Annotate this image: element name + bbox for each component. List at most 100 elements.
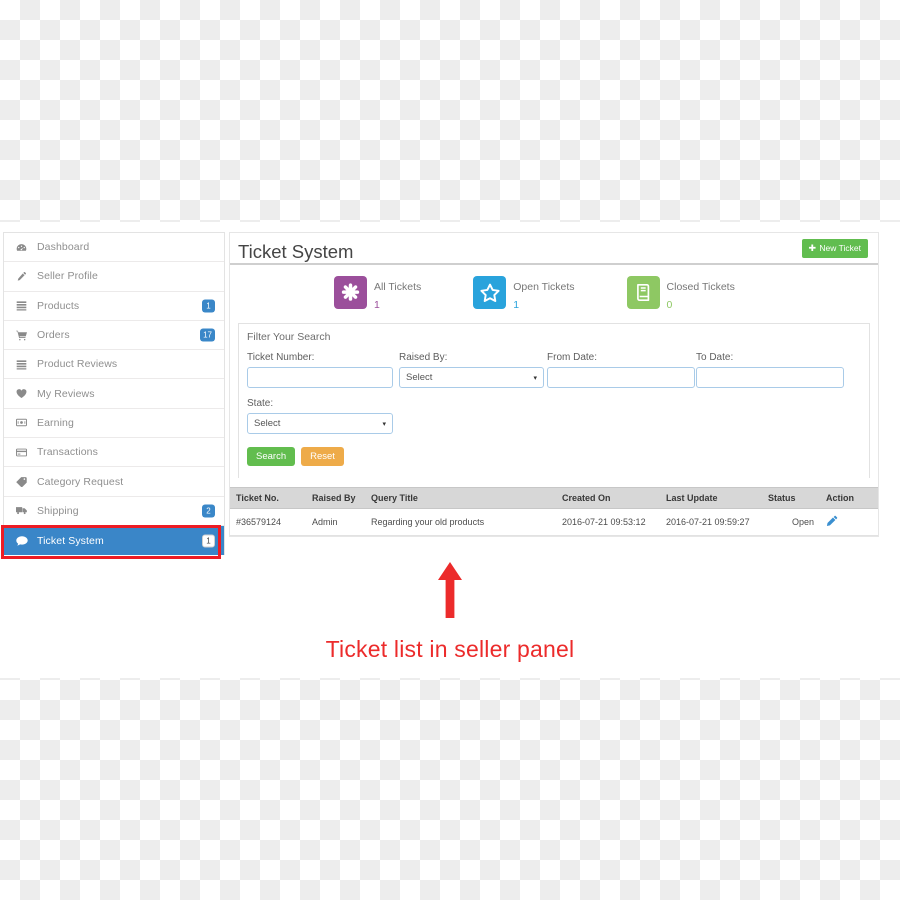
cell-raised-by: Admin [306, 508, 365, 536]
star-icon [473, 276, 507, 309]
sidebar-item-label: Shipping [37, 504, 79, 517]
sidebar-item-label: Seller Profile [37, 270, 98, 283]
annotation-caption: Ticket list in seller panel [325, 636, 575, 662]
ticket-stats-row: All Tickets 1 Open Tickets 1 Closed Tick… [230, 265, 878, 323]
sidebar-item-dashboard[interactable]: Dashboard [4, 233, 224, 263]
from-date-label: From Date: [547, 352, 598, 363]
cell-action [820, 508, 878, 536]
sidebar-item-label: Earning [37, 416, 74, 429]
sidebar-item-label: My Reviews [37, 387, 95, 400]
sidebar-item-label: Product Reviews [37, 358, 118, 371]
dashboard-icon [16, 242, 33, 253]
ticket-number-label: Ticket Number: [247, 352, 315, 363]
page-header: Ticket System ✚ New Ticket [230, 233, 878, 265]
search-button[interactable]: Search [247, 447, 296, 466]
page-canvas: Dashboard Seller Profile Products 1 Orde… [0, 222, 900, 678]
filter-button-row: Search Reset [247, 447, 861, 466]
annotation-group: Ticket list in seller panel [0, 562, 900, 663]
filter-panel: Filter Your Search Ticket Number: Raised… [238, 323, 870, 478]
sidebar-badge: 17 [200, 328, 215, 342]
list-icon [16, 359, 33, 370]
truck-icon [16, 505, 33, 516]
filter-field-ticket-number: Ticket Number: [247, 352, 393, 388]
ticket-number-input[interactable] [247, 367, 393, 388]
sidebar-item-label: Products [37, 299, 80, 312]
page-title: Ticket System [238, 241, 354, 262]
sidebar-item-category-request[interactable]: Category Request [4, 467, 224, 497]
edit-pencil-icon[interactable] [826, 515, 838, 529]
state-label: State: [247, 398, 274, 409]
money-icon [16, 417, 33, 428]
sidebar-item-label: Transactions [37, 446, 98, 459]
credit-card-icon [16, 447, 33, 458]
sidebar-item-products[interactable]: Products 1 [4, 292, 224, 321]
chevron-down-icon: ▾ [382, 420, 386, 428]
reset-button[interactable]: Reset [301, 447, 344, 466]
raised-by-select[interactable]: Select ▾ [399, 367, 544, 388]
sidebar-item-earning[interactable]: Earning [4, 409, 224, 439]
sidebar-item-ticket-system[interactable]: Ticket System 1 [4, 525, 224, 556]
stat-open-tickets[interactable]: Open Tickets 1 [473, 276, 575, 313]
stat-label: Closed Tickets [666, 281, 735, 293]
shopping-cart-icon [16, 330, 33, 341]
column-header-query-title[interactable]: Query Title [365, 487, 556, 509]
column-header-created-on[interactable]: Created On [556, 487, 660, 509]
filter-field-state: State: Select ▾ [247, 398, 861, 434]
sidebar-item-label: Category Request [37, 475, 124, 488]
table-row[interactable]: #36579124 Admin Regarding your old produ… [230, 508, 878, 536]
stat-value: 1 [513, 299, 520, 311]
stat-closed-tickets[interactable]: Closed Tickets 0 [626, 276, 735, 313]
list-icon [16, 300, 33, 311]
stat-value: 1 [374, 299, 380, 311]
stat-label: All Tickets [374, 281, 422, 293]
stat-value: 0 [666, 299, 673, 311]
filter-field-raised-by: Raised By: Select ▾ [399, 352, 544, 388]
state-selected-value: Select [254, 418, 281, 429]
from-date-input[interactable] [547, 367, 695, 388]
column-header-last-update[interactable]: Last Update [660, 487, 762, 509]
sidebar-item-label: Orders [37, 329, 70, 342]
filter-panel-title: Filter Your Search [247, 331, 331, 343]
sidebar-item-shipping[interactable]: Shipping 2 [4, 497, 224, 526]
to-date-input[interactable] [696, 367, 844, 388]
table-header-row: Ticket No. Raised By Query Title Created… [230, 487, 878, 509]
sidebar-item-label: Ticket System [37, 534, 104, 547]
pencil-icon [16, 271, 33, 282]
sidebar-item-my-reviews[interactable]: My Reviews [4, 379, 224, 409]
raised-by-label: Raised By: [399, 352, 448, 363]
column-header-raised-by[interactable]: Raised By [306, 487, 365, 509]
heart-icon [16, 388, 33, 399]
main-panel: Ticket System ✚ New Ticket All Tickets 1 [229, 232, 879, 537]
cell-created-on: 2016-07-21 09:53:12 [556, 508, 660, 536]
new-ticket-label: New Ticket [819, 243, 861, 253]
sidebar-item-seller-profile[interactable]: Seller Profile [4, 262, 224, 292]
red-arrow-icon [438, 562, 462, 618]
raised-by-selected-value: Select [406, 372, 433, 383]
filter-field-from-date: From Date: [547, 352, 695, 388]
ticket-table: Ticket No. Raised By Query Title Created… [230, 487, 878, 536]
sidebar-badge: 2 [202, 504, 215, 518]
state-select[interactable]: Select ▾ [247, 413, 393, 434]
filter-row-primary: Ticket Number: Raised By: Select ▾ From … [247, 352, 861, 388]
tag-icon [16, 476, 33, 488]
cell-ticket-no: #36579124 [230, 508, 306, 536]
sidebar-item-product-reviews[interactable]: Product Reviews [4, 350, 224, 380]
column-header-ticket-no[interactable]: Ticket No. [230, 487, 306, 509]
sidebar-item-transactions[interactable]: Transactions [4, 438, 224, 468]
sidebar-nav: Dashboard Seller Profile Products 1 Orde… [3, 232, 225, 556]
chevron-down-icon: ▾ [533, 374, 537, 382]
stat-all-tickets[interactable]: All Tickets 1 [334, 276, 421, 313]
cell-query-title: Regarding your old products [365, 508, 556, 536]
to-date-label: To Date: [696, 352, 734, 363]
cell-last-update: 2016-07-21 09:59:27 [660, 508, 762, 536]
stat-label: Open Tickets [513, 281, 575, 293]
filter-field-to-date: To Date: [696, 352, 844, 388]
sidebar-item-label: Dashboard [37, 241, 90, 254]
new-ticket-button[interactable]: ✚ New Ticket [801, 239, 868, 258]
asterisk-icon [334, 276, 367, 309]
column-header-action[interactable]: Action [820, 487, 878, 509]
book-icon [626, 276, 660, 309]
sidebar-badge: 1 [202, 534, 215, 548]
sidebar-item-orders[interactable]: Orders 17 [4, 321, 224, 351]
column-header-status[interactable]: Status [762, 487, 820, 509]
